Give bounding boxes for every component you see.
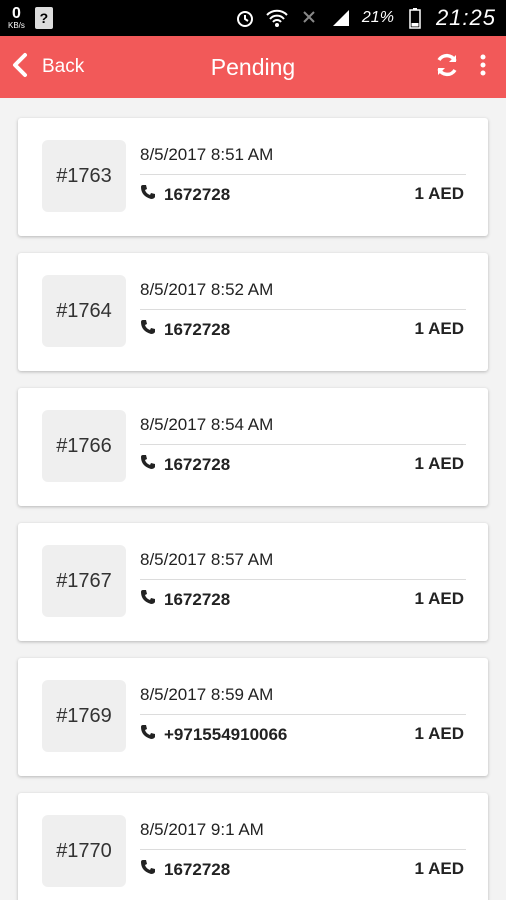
back-button[interactable]: Back	[10, 36, 84, 98]
order-date: 8/5/2017 9:1 AM	[140, 820, 264, 839]
card-divider	[140, 579, 466, 580]
card-divider	[140, 444, 466, 445]
network-speed-value: 0	[12, 5, 21, 22]
order-card[interactable]: #1764 8/5/2017 8:52 AM 1672728 1 AED	[18, 253, 488, 371]
order-amount: 1 AED	[414, 319, 464, 338]
order-phone: 1672728	[164, 859, 231, 879]
no-signal-icon	[298, 7, 320, 29]
order-phone: 1672728	[164, 589, 231, 609]
card-divider	[140, 309, 466, 310]
order-date: 8/5/2017 8:54 AM	[140, 415, 274, 434]
back-arrow-icon	[10, 52, 28, 83]
order-card[interactable]: #1763 8/5/2017 8:51 AM 1672728 1 AED	[18, 118, 488, 236]
unknown-notification-icon: ?	[34, 7, 53, 29]
order-phone: +971554910066	[164, 724, 288, 744]
signal-icon	[330, 7, 352, 29]
clock: 21:25	[435, 5, 496, 30]
network-speed-unit: KB/s	[8, 21, 25, 30]
order-id: #1769	[42, 680, 126, 752]
order-phone: 1672728	[164, 184, 231, 204]
order-card[interactable]: #1769 8/5/2017 8:59 AM +971554910066 1 A…	[18, 658, 488, 776]
card-divider	[140, 714, 466, 715]
alarm-icon	[234, 7, 256, 29]
status-bar: 0 KB/s ? 21% 21:25	[0, 0, 506, 36]
card-divider	[140, 174, 466, 175]
order-amount: 1 AED	[414, 454, 464, 473]
phone-icon	[140, 319, 156, 340]
order-phone: 1672728	[164, 454, 231, 474]
phone-icon	[140, 724, 156, 745]
order-card[interactable]: #1770 8/5/2017 9:1 AM 1672728 1 AED	[18, 793, 488, 900]
order-date: 8/5/2017 8:59 AM	[140, 685, 274, 704]
order-amount: 1 AED	[414, 589, 464, 608]
phone-icon	[140, 859, 156, 880]
order-amount: 1 AED	[414, 724, 464, 743]
order-id: #1763	[42, 140, 126, 212]
order-id: #1766	[42, 410, 126, 482]
order-id: #1770	[42, 815, 126, 887]
order-phone: 1672728	[164, 319, 231, 339]
network-speed: 0 KB/s	[8, 6, 25, 30]
phone-icon	[140, 184, 156, 205]
order-card[interactable]: #1766 8/5/2017 8:54 AM 1672728 1 AED	[18, 388, 488, 506]
card-divider	[140, 849, 466, 850]
pending-orders-list: #1763 8/5/2017 8:51 AM 1672728 1 AED #17…	[0, 98, 506, 900]
order-date: 8/5/2017 8:51 AM	[140, 145, 274, 164]
phone-icon	[140, 454, 156, 475]
wifi-icon	[266, 7, 288, 29]
app-bar: Back Pending	[0, 36, 506, 98]
order-date: 8/5/2017 8:57 AM	[140, 550, 274, 569]
more-options-icon[interactable]	[480, 54, 486, 81]
phone-icon	[140, 589, 156, 610]
battery-percentage: 21%	[361, 9, 394, 26]
order-amount: 1 AED	[414, 859, 464, 878]
battery-icon	[404, 7, 426, 29]
order-amount: 1 AED	[414, 184, 464, 203]
order-id: #1767	[42, 545, 126, 617]
order-date: 8/5/2017 8:52 AM	[140, 280, 274, 299]
order-id: #1764	[42, 275, 126, 347]
back-label: Back	[42, 56, 85, 77]
refresh-icon[interactable]	[434, 52, 460, 83]
order-card[interactable]: #1767 8/5/2017 8:57 AM 1672728 1 AED	[18, 523, 488, 641]
